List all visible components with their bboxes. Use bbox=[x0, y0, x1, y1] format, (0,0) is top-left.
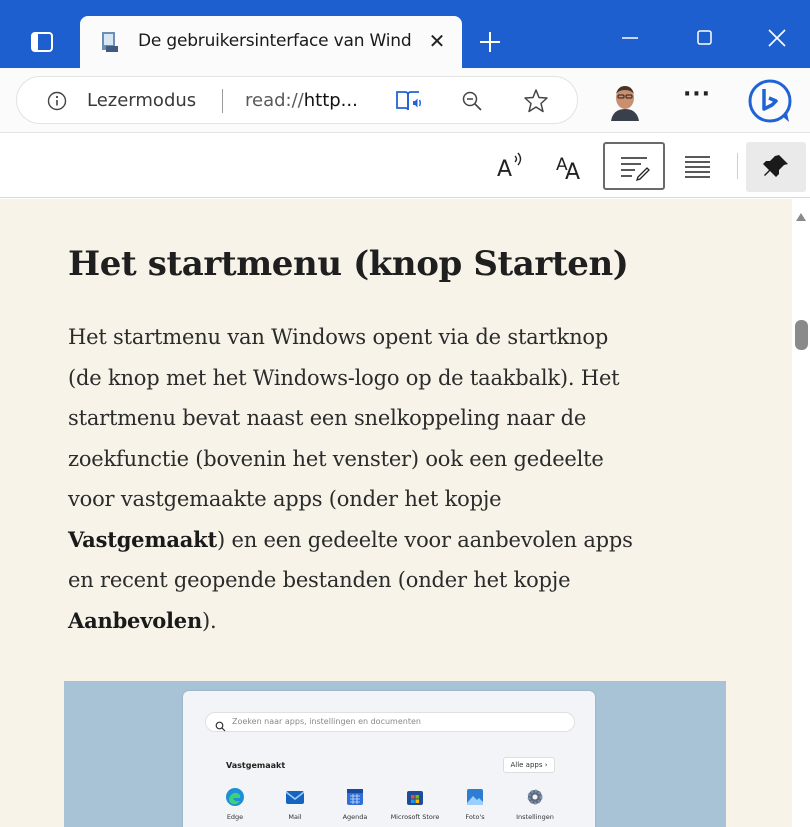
minimize-icon[interactable] bbox=[600, 18, 660, 58]
address-bar[interactable]: Lezermodus read://http... bbox=[16, 76, 578, 124]
app-label: Microsoft Store bbox=[390, 813, 440, 821]
read-aloud-icon[interactable]: A bbox=[486, 142, 534, 190]
app-photos: Foto's bbox=[445, 787, 505, 827]
article-heading: Het startmenu (knop Starten) bbox=[68, 244, 629, 284]
app-label: Edge bbox=[226, 813, 244, 821]
scroll-up-arrow-icon[interactable] bbox=[795, 207, 807, 221]
search-icon bbox=[215, 717, 226, 732]
zoom-out-icon[interactable] bbox=[460, 89, 484, 113]
tab-actions-icon[interactable] bbox=[24, 28, 60, 58]
url-text[interactable]: read://http... bbox=[245, 90, 358, 111]
paragraph-line: Aanbevolen). bbox=[68, 607, 217, 633]
close-window-icon[interactable] bbox=[746, 18, 806, 58]
photos-icon bbox=[465, 787, 485, 807]
app-mail: Mail bbox=[265, 787, 325, 827]
reading-preferences-icon[interactable] bbox=[603, 142, 665, 190]
vertical-scrollbar[interactable] bbox=[792, 199, 810, 827]
title-bar: De gebruikersinterface van Wind ✕ bbox=[0, 0, 810, 68]
app-label: Mail bbox=[288, 813, 302, 821]
maximize-icon[interactable] bbox=[674, 18, 734, 58]
mail-icon bbox=[285, 787, 305, 807]
paragraph-line: Het startmenu van Windows opent via de s… bbox=[68, 325, 609, 349]
app-label: Foto's bbox=[465, 813, 485, 821]
toolbar-divider bbox=[737, 153, 738, 179]
search-placeholder: Zoeken naar apps, instellingen en docume… bbox=[232, 717, 421, 726]
app-microsoft-store: Microsoft Store bbox=[385, 787, 445, 827]
gear-icon bbox=[525, 787, 545, 807]
edge-icon bbox=[225, 787, 245, 807]
tab-title: De gebruikersinterface van Wind bbox=[138, 31, 412, 51]
reader-content: Het startmenu (knop Starten) Het startme… bbox=[0, 199, 792, 827]
calendar-icon bbox=[345, 787, 365, 807]
address-separator bbox=[222, 89, 223, 113]
app-label: Instellingen bbox=[516, 813, 554, 821]
pinned-heading: Vastgemaakt bbox=[226, 761, 286, 770]
pin-icon[interactable] bbox=[746, 142, 806, 192]
app-agenda: Agenda bbox=[325, 787, 385, 827]
app-edge: Edge bbox=[205, 787, 265, 827]
all-apps-button: Alle apps › bbox=[503, 757, 555, 773]
paragraph-line: en recent geopende bestanden (onder het … bbox=[68, 568, 571, 592]
page-favicon-icon bbox=[100, 31, 120, 53]
text-preferences-icon[interactable]: A A bbox=[545, 142, 593, 190]
svg-text:A: A bbox=[497, 157, 512, 182]
navigation-bar: Lezermodus read://http... ··· bbox=[0, 68, 810, 132]
bold-term-aanbevolen: Aanbevolen bbox=[68, 607, 203, 633]
start-menu-search: Zoeken naar apps, instellingen en docume… bbox=[205, 712, 575, 732]
start-menu-screenshot: Zoeken naar apps, instellingen en docume… bbox=[64, 681, 726, 827]
article-paragraph: Het startmenu van Windows opent via de s… bbox=[68, 317, 718, 641]
paragraph-line: startmenu bevat naast een snelkoppeling … bbox=[68, 406, 587, 430]
info-icon[interactable] bbox=[47, 91, 67, 111]
paragraph-line: Vastgemaakt) en een gedeelte voor aanbev… bbox=[68, 526, 633, 552]
immersive-reader-icon[interactable] bbox=[394, 88, 424, 114]
reader-mode-label: Lezermodus bbox=[87, 90, 197, 111]
reader-toolbar: A A A bbox=[0, 132, 810, 198]
bing-copilot-icon[interactable] bbox=[745, 76, 795, 126]
bold-term-vastgemaakt: Vastgemaakt bbox=[68, 526, 218, 552]
favorite-star-icon[interactable] bbox=[522, 87, 550, 115]
app-label: Agenda bbox=[342, 813, 368, 821]
new-tab-icon[interactable] bbox=[472, 24, 508, 60]
close-tab-icon[interactable]: ✕ bbox=[426, 30, 448, 52]
store-icon bbox=[405, 787, 425, 807]
more-options-icon[interactable]: ··· bbox=[680, 84, 714, 114]
svg-text:A: A bbox=[565, 160, 580, 185]
start-menu-panel: Zoeken naar apps, instellingen en docume… bbox=[183, 691, 595, 827]
paragraph-line: voor vastgemaakte apps (onder het kopje bbox=[68, 487, 502, 511]
profile-avatar[interactable] bbox=[605, 81, 645, 121]
grammar-tools-icon[interactable] bbox=[673, 142, 721, 190]
active-tab[interactable]: De gebruikersinterface van Wind ✕ bbox=[80, 16, 462, 68]
paragraph-line: (de knop met het Windows-logo op de taak… bbox=[68, 365, 620, 390]
scrollbar-thumb[interactable] bbox=[795, 320, 808, 350]
paragraph-line: zoekfunctie (bovenin het venster) ook ee… bbox=[68, 446, 604, 471]
app-settings: Instellingen bbox=[505, 787, 565, 827]
